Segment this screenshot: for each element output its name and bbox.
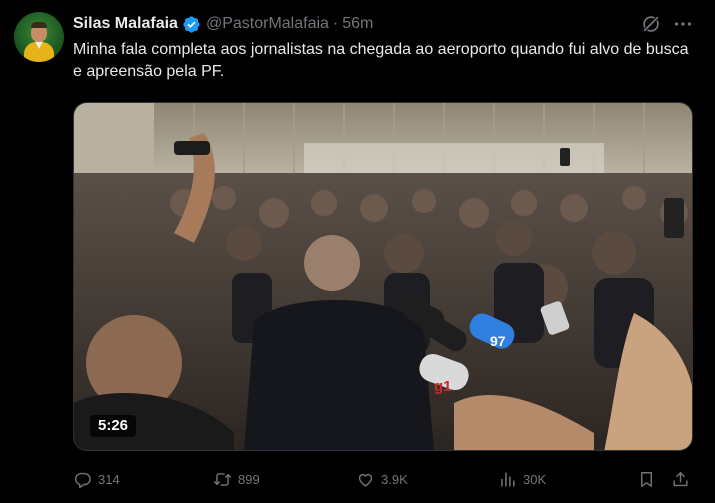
tweet-header: Silas Malafaia @PastorMalafaia · 56m (73, 13, 373, 35)
share-button[interactable] (671, 466, 690, 492)
video-duration: 5:26 (90, 415, 137, 437)
views-icon (501, 471, 515, 487)
reply-icon (74, 472, 91, 488)
separator-dot: · (332, 15, 339, 32)
bookmark-button[interactable] (637, 466, 656, 492)
more-icon[interactable] (672, 13, 694, 35)
mic-flag-97: 97 (490, 333, 506, 349)
avatar[interactable] (14, 12, 64, 62)
like-button[interactable]: 3.9K (356, 466, 408, 492)
verified-badge-icon[interactable] (182, 15, 201, 34)
reply-button[interactable]: 314 (73, 466, 120, 492)
video-player[interactable]: 97 g1 5:26 (73, 102, 693, 451)
repost-count: 899 (238, 471, 260, 487)
grok-icon[interactable] (640, 13, 662, 35)
share-icon (673, 471, 688, 486)
views-count: 30K (523, 471, 547, 487)
tweet[interactable]: Silas Malafaia @PastorMalafaia · 56m Min… (0, 0, 715, 503)
repost-button[interactable]: 899 (213, 466, 260, 492)
timestamp[interactable]: 56m (342, 15, 373, 33)
views-button[interactable]: 30K (498, 466, 546, 492)
like-icon (358, 473, 373, 487)
bookmark-icon (641, 471, 652, 487)
author-handle[interactable]: @PastorMalafaia (206, 15, 329, 33)
video-thumbnail: 97 g1 (74, 103, 692, 450)
repost-icon (213, 472, 232, 486)
action-bar: 314 899 3.9K 30K (73, 466, 698, 492)
like-count: 3.9K (381, 471, 408, 487)
author-name[interactable]: Silas Malafaia (73, 15, 178, 33)
reply-count: 314 (98, 471, 120, 487)
tweet-text: Minha fala completa aos jornalistas na c… (73, 41, 689, 80)
mic-flag-g1: g1 (434, 378, 452, 395)
